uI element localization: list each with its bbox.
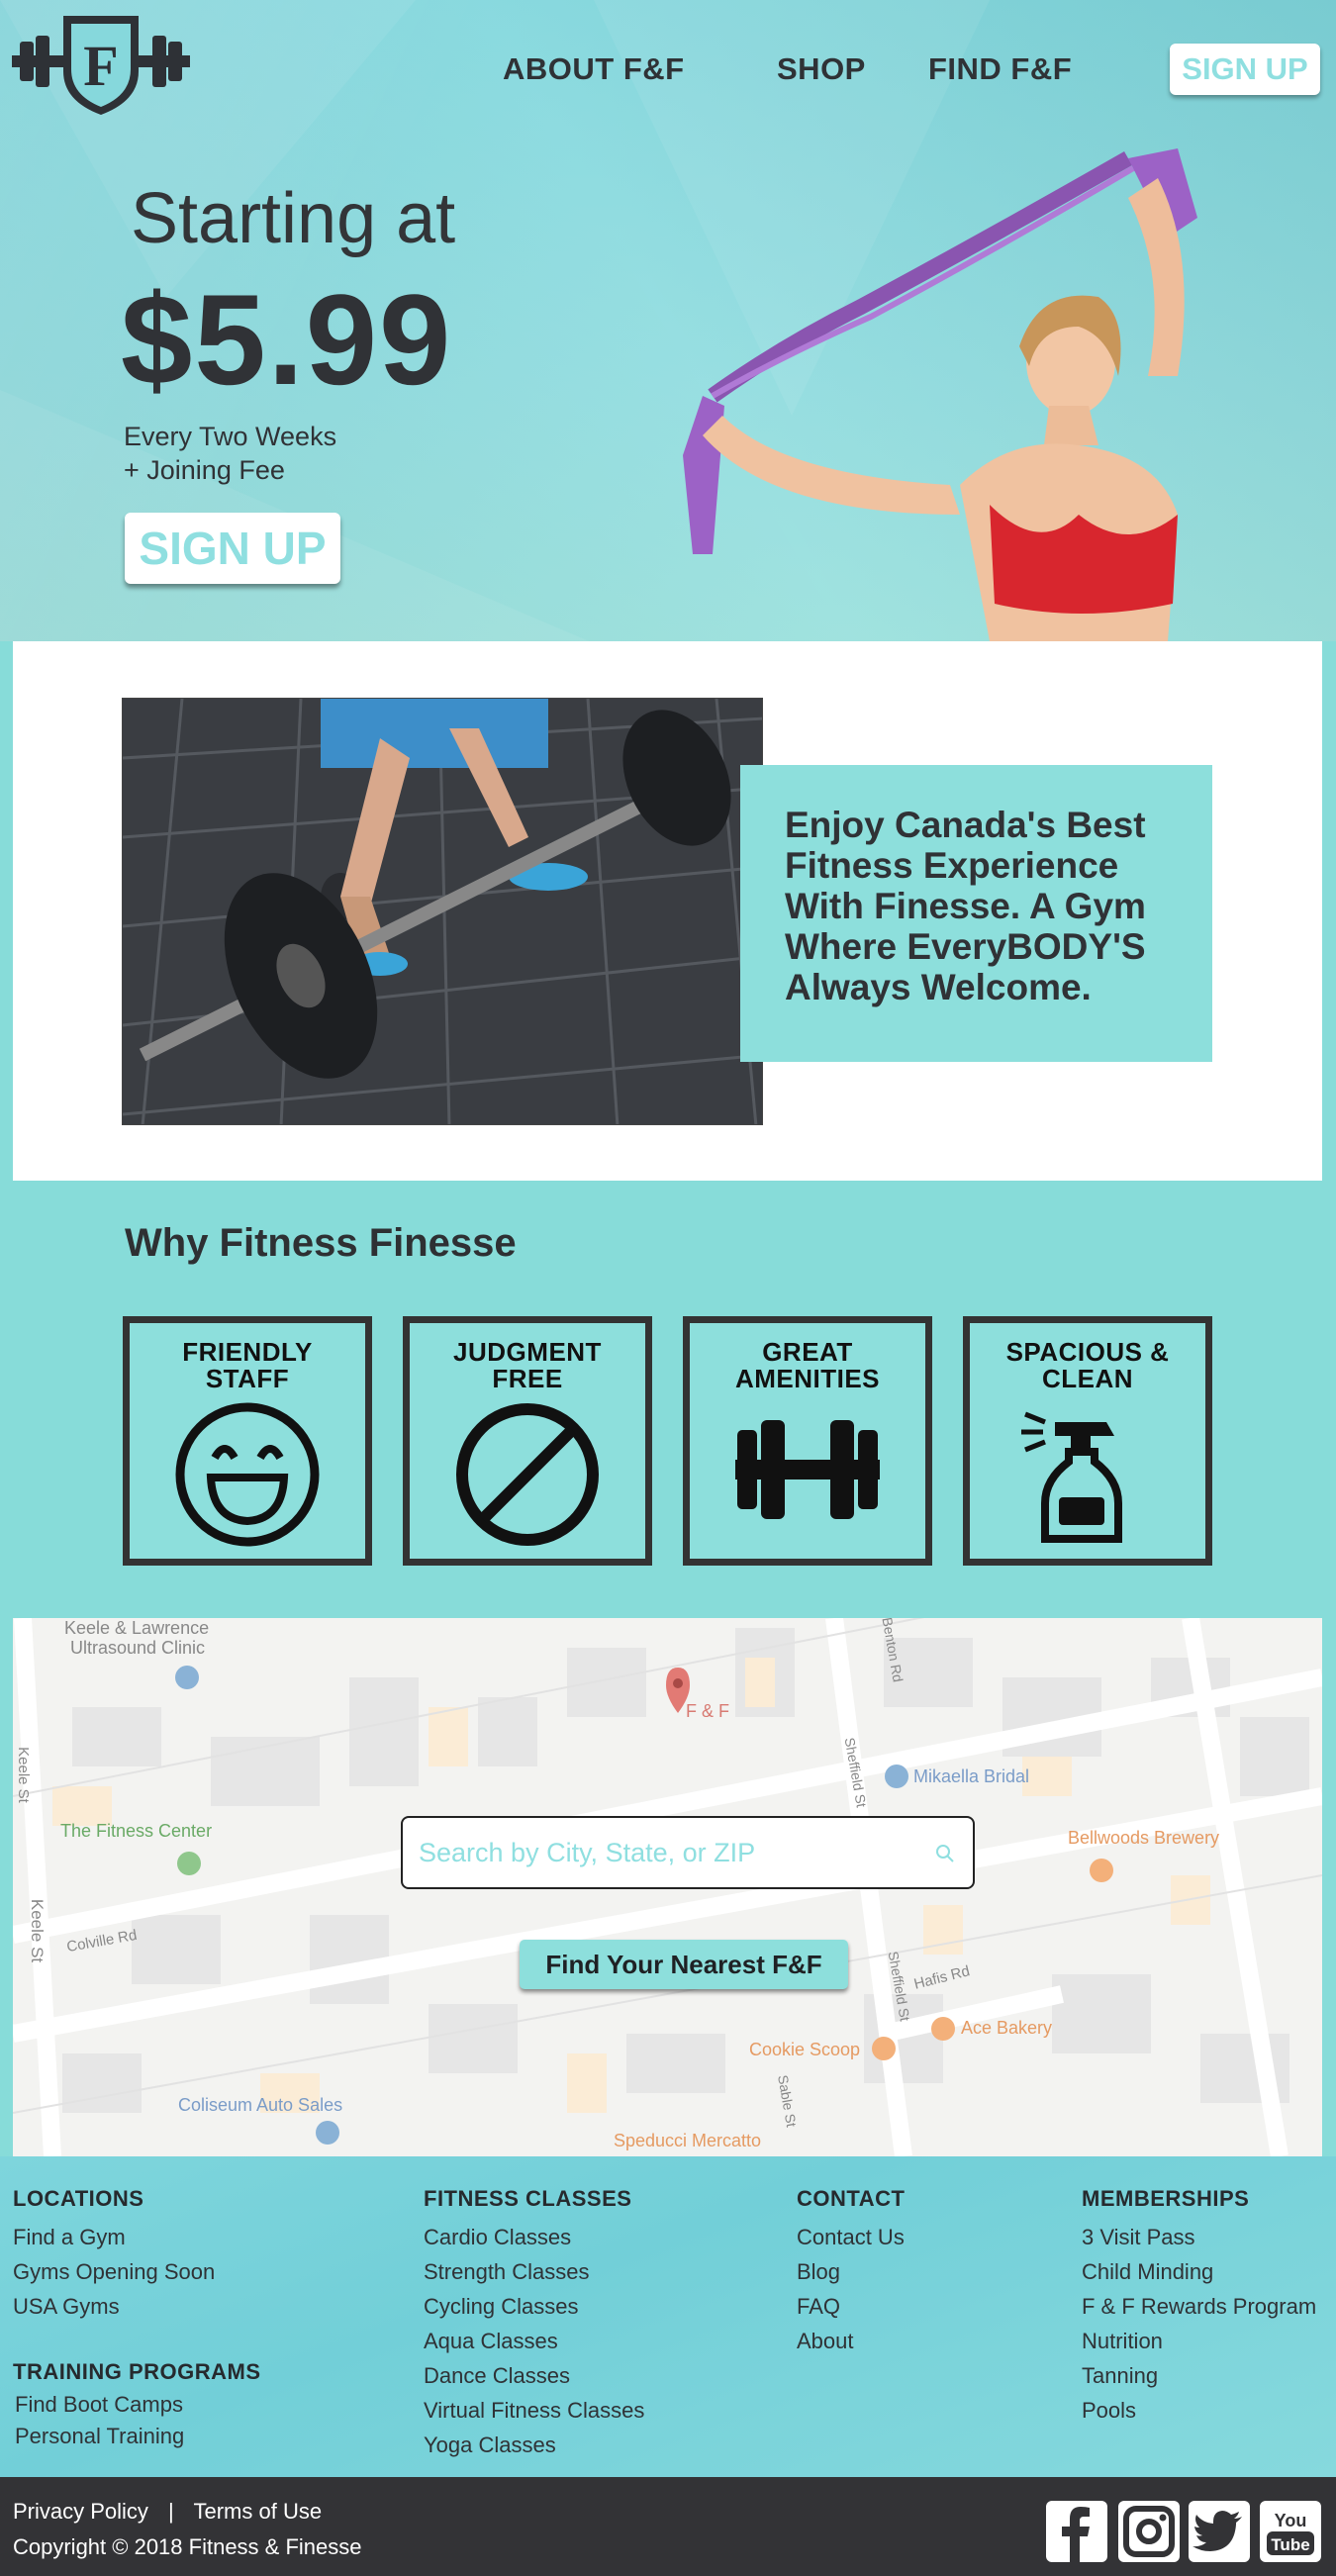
no-sign-icon (456, 1403, 599, 1546)
tile-label: GREAT AMENITIES (734, 1337, 881, 1393)
twitter-icon[interactable] (1189, 2501, 1250, 2562)
footer-link[interactable]: Strength Classes (424, 2254, 644, 2289)
find-nearest-button[interactable]: Find Your Nearest F&F (520, 1940, 848, 1989)
footer-link[interactable]: Find Boot Camps (13, 2389, 261, 2421)
feature-section: Enjoy Canada's Best Fitness Experience W… (13, 641, 1322, 1181)
privacy-policy-link[interactable]: Privacy Policy (13, 2499, 148, 2524)
hero-price: $5.99 (121, 267, 453, 412)
footer-link[interactable]: 3 Visit Pass (1082, 2220, 1316, 2254)
smiley-icon (175, 1402, 320, 1547)
footer-link[interactable]: Contact Us (797, 2220, 905, 2254)
bottom-bar: Privacy Policy | Terms of Use Copyright … (0, 2477, 1336, 2576)
footer-locations: LOCATIONS Find a Gym Gyms Opening Soon U… (13, 2186, 215, 2324)
search-input[interactable] (419, 1832, 913, 1873)
tile-label: FRIENDLY STAFF (182, 1337, 313, 1393)
footer-link[interactable]: Personal Training (13, 2421, 261, 2452)
athlete-photo (683, 148, 1197, 641)
footer-heading: CONTACT (797, 2186, 906, 2211)
footer-heading: TRAINING PROGRAMS (13, 2359, 261, 2384)
footer-heading: LOCATIONS (13, 2186, 144, 2211)
footer-heading: MEMBERSHIPS (1082, 2186, 1250, 2211)
svg-text:F: F (83, 34, 118, 98)
footer-link[interactable]: Nutrition (1082, 2324, 1316, 2358)
logo[interactable]: F (12, 12, 190, 119)
map-label: Keele St (14, 1747, 32, 1803)
footer-link[interactable]: About (797, 2324, 905, 2358)
tile-great-amenities: GREAT AMENITIES (683, 1316, 932, 1566)
copyright: Copyright © 2018 Fitness & Finesse (13, 2534, 362, 2559)
hero-signup-button[interactable]: SIGN UP (125, 513, 340, 584)
svg-text:Tube: Tube (1271, 2535, 1309, 2554)
legal-separator: | (168, 2499, 174, 2524)
tile-spacious-clean: SPACIOUS & CLEAN (963, 1316, 1212, 1566)
map-label: Keele & Lawrence (64, 1618, 210, 1638)
nav-about[interactable]: ABOUT F&F (503, 51, 685, 87)
footer-memberships: MEMBERSHIPS 3 Visit Pass Child Minding F… (1082, 2186, 1316, 2428)
instagram-icon[interactable] (1118, 2501, 1180, 2562)
map-label: Ultrasound Clinic (70, 1638, 206, 1658)
welcome-card: Enjoy Canada's Best Fitness Experience W… (740, 765, 1212, 1062)
footer-link[interactable]: Find a Gym (13, 2220, 215, 2254)
footer-link[interactable]: Virtual Fitness Classes (424, 2393, 644, 2428)
map-label: The Fitness Center (60, 1821, 213, 1841)
tile-label: SPACIOUS & CLEAN (1005, 1337, 1170, 1393)
footer-link[interactable]: Gyms Opening Soon (13, 2254, 215, 2289)
svg-text:You: You (1275, 2511, 1307, 2530)
map-label: Cookie Scoop (749, 2040, 861, 2059)
youtube-icon[interactable]: You Tube (1260, 2501, 1321, 2562)
map-label-ff: F & F (686, 1701, 729, 1721)
nav-shop[interactable]: SHOP (777, 51, 866, 87)
nav-find[interactable]: FIND F&F (928, 51, 1072, 87)
welcome-text: Enjoy Canada's Best Fitness Experience W… (785, 805, 1146, 1007)
map-label: Speducci Mercatto (614, 2131, 762, 2150)
footer-link[interactable]: FAQ (797, 2289, 905, 2324)
terms-of-use-link[interactable]: Terms of Use (193, 2499, 322, 2524)
spray-bottle-icon (1021, 1411, 1122, 1543)
dumbbell-icon (735, 1420, 880, 1519)
hero-starting-text: Starting at (131, 179, 456, 258)
footer: LOCATIONS Find a Gym Gyms Opening Soon U… (0, 2156, 1336, 2477)
footer-contact: CONTACT Contact Us Blog FAQ About (797, 2186, 905, 2358)
footer-link[interactable]: Cycling Classes (424, 2289, 644, 2324)
tile-judgment-free: JUDGMENT FREE (403, 1316, 652, 1566)
location-map[interactable]: Keele & Lawrence Ultrasound Clinic F & F… (13, 1618, 1322, 2156)
footer-classes: FITNESS CLASSES Cardio Classes Strength … (424, 2186, 644, 2462)
footer-link[interactable]: Yoga Classes (424, 2428, 644, 2462)
map-label: Bellwoods Brewery (1068, 1828, 1220, 1848)
hero-fee: + Joining Fee (124, 455, 285, 485)
footer-link[interactable]: Child Minding (1082, 2254, 1316, 2289)
legal-links: Privacy Policy | Terms of Use (13, 2499, 322, 2525)
footer-training: TRAINING PROGRAMS Find Boot Camps Person… (13, 2359, 261, 2452)
footer-link[interactable]: USA Gyms (13, 2289, 215, 2324)
map-label: Ace Bakery (961, 2018, 1053, 2038)
tile-label: JUDGMENT FREE (453, 1337, 602, 1393)
why-title: Why Fitness Finesse (125, 1221, 517, 1265)
gym-photo (122, 698, 763, 1125)
tile-friendly-staff: FRIENDLY STAFF (123, 1316, 372, 1566)
footer-link[interactable]: Aqua Classes (424, 2324, 644, 2358)
nav-signup-button[interactable]: SIGN UP (1170, 44, 1320, 95)
hero-section: F ABOUT F&F SHOP FIND F&F SIGN UP Starti… (0, 0, 1336, 641)
search-icon[interactable] (933, 1842, 957, 1865)
footer-heading: FITNESS CLASSES (424, 2186, 632, 2211)
hero-period: Every Two Weeks (124, 422, 337, 451)
footer-link[interactable]: Tanning (1082, 2358, 1316, 2393)
footer-link[interactable]: Cardio Classes (424, 2220, 644, 2254)
map-label: Keele St (28, 1898, 48, 1963)
footer-link[interactable]: F & F Rewards Program (1082, 2289, 1316, 2324)
location-search (401, 1816, 975, 1889)
facebook-icon[interactable] (1046, 2501, 1107, 2562)
footer-link[interactable]: Dance Classes (424, 2358, 644, 2393)
map-label: Mikaella Bridal (913, 1766, 1030, 1786)
footer-link[interactable]: Pools (1082, 2393, 1316, 2428)
footer-link[interactable]: Blog (797, 2254, 905, 2289)
deadlift-image (123, 699, 762, 1124)
map-label: Coliseum Auto Sales (178, 2095, 343, 2115)
